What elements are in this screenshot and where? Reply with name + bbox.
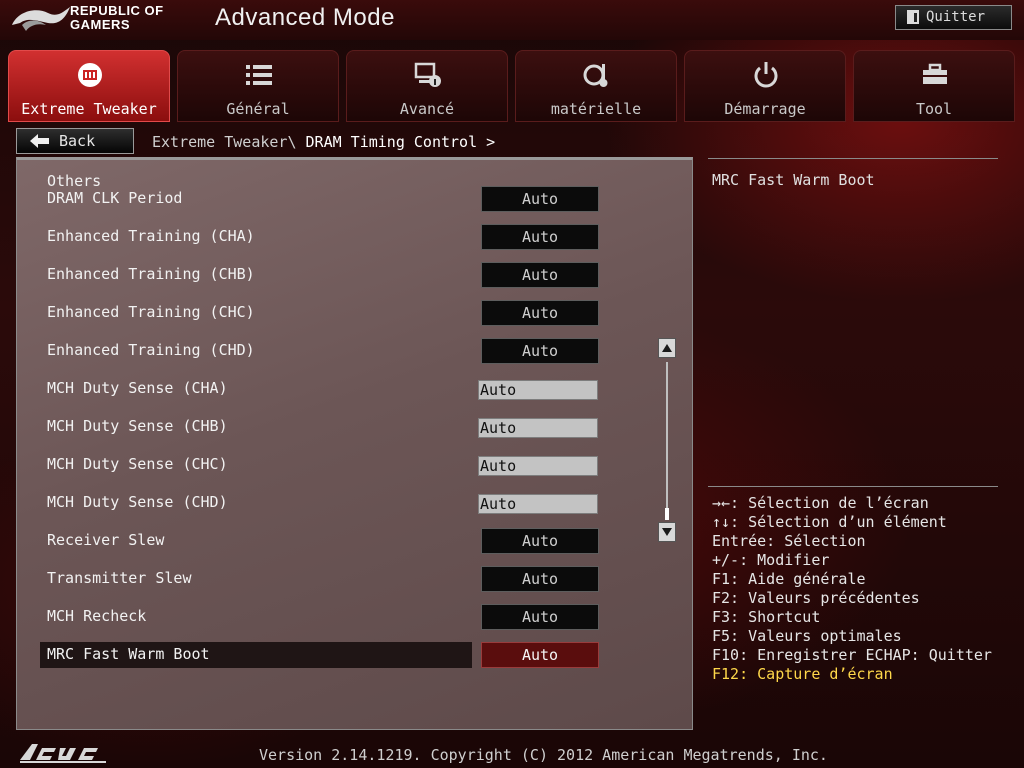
setting-row-enhanced-training-chb[interactable]: Enhanced Training (CHB) Auto (40, 262, 600, 288)
scrollbar-thumb[interactable] (665, 508, 669, 520)
brand-line2: GAMERS (70, 17, 131, 32)
setting-value-select[interactable]: Auto (481, 604, 599, 630)
tab-advanced[interactable]: Avancé (346, 50, 508, 122)
setting-row-receiver-slew[interactable]: Receiver Slew Auto (40, 528, 600, 554)
back-button-label: Back (59, 132, 96, 150)
setting-label: DRAM CLK Period (47, 189, 183, 207)
setting-value-select[interactable]: Auto (481, 642, 599, 668)
setting-value-select[interactable]: Auto (481, 262, 599, 288)
setting-label: MCH Duty Sense (CHD) (47, 493, 228, 511)
toolbox-icon (923, 63, 947, 84)
setting-value-select[interactable]: Auto (481, 300, 599, 326)
setting-value-select[interactable]: Auto (481, 338, 599, 364)
tab-hardware[interactable]: matérielle (515, 50, 677, 122)
tab-label: matérielle (550, 100, 642, 118)
tab-label: Tool (915, 100, 953, 118)
key-help-item: +/-: Modifier (712, 551, 830, 569)
setting-value-select[interactable]: Auto (481, 566, 599, 592)
setting-value-input[interactable]: Auto (478, 418, 598, 438)
scroll-down-button[interactable] (658, 522, 676, 542)
setting-row-mch-duty-sense-chc[interactable]: MCH Duty Sense (CHC) Auto (40, 452, 600, 478)
rog-logo-icon (12, 7, 70, 31)
monitor-icon (583, 64, 608, 87)
tab-general[interactable]: Général (177, 50, 339, 122)
setting-row-transmitter-slew[interactable]: Transmitter Slew Auto (40, 566, 600, 592)
key-help-list: →←: Sélection de l’écran ↑↓: Sélection d… (712, 494, 992, 684)
quit-button[interactable]: Quitter (895, 5, 1012, 30)
back-button[interactable]: Back (16, 128, 134, 154)
breadcrumb-parent[interactable]: Extreme Tweaker\ (152, 133, 297, 151)
setting-value-select[interactable]: Auto (481, 224, 599, 250)
setting-label: MCH Duty Sense (CHC) (47, 455, 228, 473)
breadcrumb-current: DRAM Timing Control > (305, 133, 496, 151)
setting-row-enhanced-training-chd[interactable]: Enhanced Training (CHD) Auto (40, 338, 600, 364)
header-bar: REPUBLIC OF GAMERS Advanced Mode Quitter (0, 0, 1024, 40)
help-divider-top (708, 158, 998, 159)
setting-label: Enhanced Training (CHA) (47, 227, 255, 245)
tab-label: Général (226, 100, 290, 118)
setting-label: Receiver Slew (47, 531, 165, 549)
tab-extreme-tweaker[interactable]: Extreme Tweaker (8, 50, 170, 122)
advanced-icon (414, 62, 441, 87)
help-title: MRC Fast Warm Boot (712, 171, 875, 189)
setting-value-input[interactable]: Auto (478, 380, 598, 400)
mode-title: Advanced Mode (215, 4, 395, 31)
setting-label: MCH Recheck (47, 607, 147, 625)
brand-text: REPUBLIC OF GAMERS (70, 4, 164, 32)
setting-value-select[interactable]: Auto (481, 186, 599, 212)
key-help-item: F2: Valeurs précédentes (712, 589, 920, 607)
key-help-item: F1: Aide générale (712, 570, 866, 588)
back-arrow-icon (30, 134, 49, 148)
tab-label: Démarrage (724, 100, 806, 118)
setting-label: MCH Duty Sense (CHB) (47, 417, 228, 435)
key-help-item: F10: Enregistrer ECHAP: Quitter (712, 646, 992, 664)
asus-logo-icon (20, 744, 106, 763)
setting-value-input[interactable]: Auto (478, 456, 598, 476)
key-help-item-highlight: F12: Capture d’écran (712, 665, 893, 683)
setting-label: MCH Duty Sense (CHA) (47, 379, 228, 397)
tab-label: Extreme Tweaker (21, 100, 157, 118)
setting-label: MRC Fast Warm Boot (47, 645, 210, 663)
tab-tool[interactable]: Tool (853, 50, 1015, 122)
tab-boot[interactable]: Démarrage (684, 50, 846, 122)
quit-button-label: Quitter (926, 9, 986, 25)
scroll-up-button[interactable] (658, 338, 676, 358)
brand-line1: REPUBLIC OF (70, 3, 164, 18)
tweaker-icon (78, 63, 102, 87)
setting-label: Enhanced Training (CHC) (47, 303, 255, 321)
setting-row-mrc-fast-warm-boot[interactable]: MRC Fast Warm Boot Auto (40, 642, 600, 668)
key-help-item: F5: Valeurs optimales (712, 627, 902, 645)
setting-row-mch-duty-sense-chb[interactable]: MCH Duty Sense (CHB) Auto (40, 414, 600, 440)
help-divider-middle (708, 486, 998, 487)
key-help-item: →←: Sélection de l’écran (712, 494, 929, 512)
setting-row-dram-clk-period[interactable]: DRAM CLK Period Auto (40, 186, 600, 212)
exit-door-icon (907, 10, 919, 24)
key-help-item: ↑↓: Sélection d’un élément (712, 513, 947, 531)
setting-label: Transmitter Slew (47, 569, 192, 587)
tab-label: Avancé (399, 100, 455, 118)
setting-value-input[interactable]: Auto (478, 494, 598, 514)
power-icon (754, 62, 778, 88)
key-help-item: F3: Shortcut (712, 608, 821, 626)
scrollbar-track[interactable] (666, 362, 668, 518)
key-help-item: Entrée: Sélection (712, 532, 866, 550)
setting-row-mch-duty-sense-cha[interactable]: MCH Duty Sense (CHA) Auto (40, 376, 600, 402)
setting-label: Enhanced Training (CHD) (47, 341, 255, 359)
setting-row-enhanced-training-cha[interactable]: Enhanced Training (CHA) Auto (40, 224, 600, 250)
setting-value-select[interactable]: Auto (481, 528, 599, 554)
setting-row-mch-recheck[interactable]: MCH Recheck Auto (40, 604, 600, 630)
footer-version: Version 2.14.1219. Copyright (C) 2012 Am… (259, 746, 828, 764)
setting-row-mch-duty-sense-chd[interactable]: MCH Duty Sense (CHD) Auto (40, 490, 600, 516)
breadcrumb: Extreme Tweaker\ DRAM Timing Control > (152, 133, 495, 151)
setting-row-enhanced-training-chc[interactable]: Enhanced Training (CHC) Auto (40, 300, 600, 326)
list-icon (246, 65, 272, 85)
setting-label: Enhanced Training (CHB) (47, 265, 255, 283)
